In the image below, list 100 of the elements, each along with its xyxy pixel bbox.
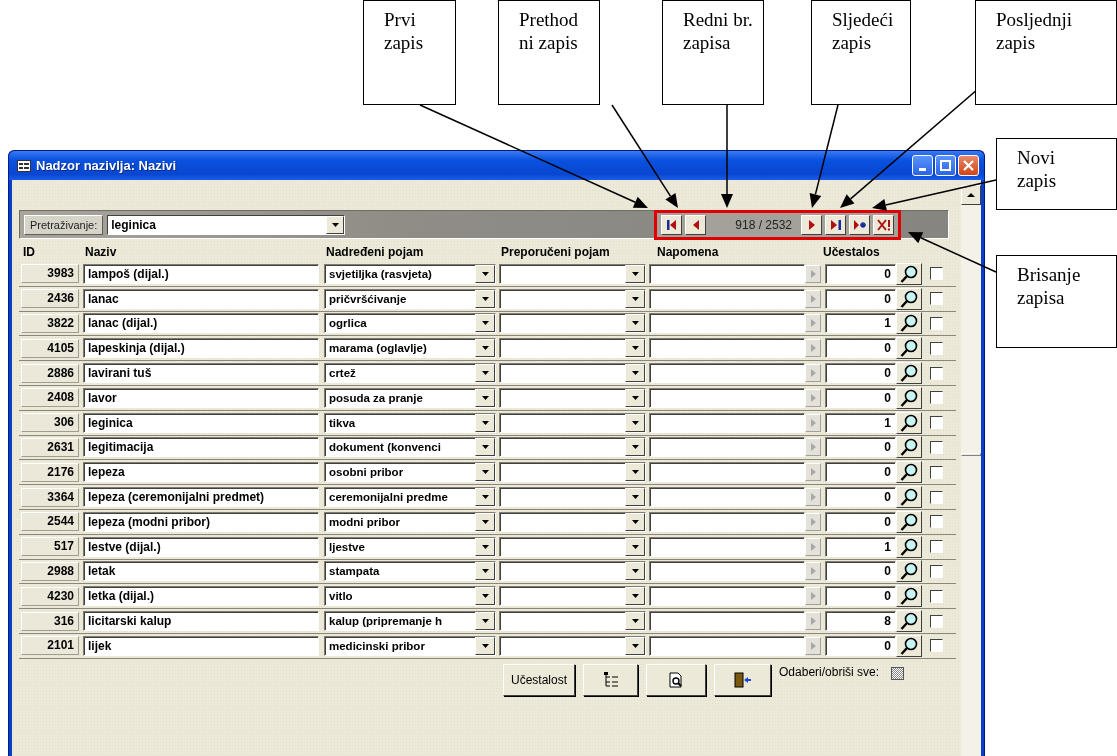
- row-checkbox[interactable]: [930, 341, 943, 355]
- frequency-field[interactable]: 1: [825, 536, 896, 557]
- frequency-field[interactable]: 0: [825, 635, 896, 656]
- frequency-field[interactable]: 1: [825, 313, 896, 334]
- search-button[interactable]: [896, 535, 922, 558]
- expand-button[interactable]: [805, 488, 821, 507]
- dropdown-button[interactable]: [625, 562, 645, 581]
- naziv-field[interactable]: lapeskinja (dijal.): [83, 338, 319, 359]
- search-button[interactable]: [896, 585, 922, 608]
- note-field[interactable]: [649, 611, 805, 632]
- dropdown-button[interactable]: [625, 289, 645, 308]
- dropdown-button[interactable]: [475, 289, 495, 308]
- note-field[interactable]: [649, 363, 805, 384]
- naziv-field[interactable]: lepeza (modni pribor): [83, 511, 319, 532]
- parent-term-combo[interactable]: medicinski pribor: [324, 635, 496, 656]
- expand-button[interactable]: [805, 537, 821, 556]
- frequency-field[interactable]: 0: [825, 487, 896, 508]
- expand-button[interactable]: [805, 364, 821, 383]
- frequency-field[interactable]: 8: [825, 611, 896, 632]
- dropdown-button[interactable]: [625, 364, 645, 383]
- print-preview-button[interactable]: [646, 663, 707, 696]
- preferred-term-combo[interactable]: [499, 611, 646, 632]
- parent-term-combo[interactable]: crtež: [324, 363, 496, 384]
- dropdown-button[interactable]: [625, 438, 645, 457]
- naziv-field[interactable]: legitimacija: [83, 437, 319, 458]
- row-checkbox[interactable]: [930, 540, 943, 554]
- note-field[interactable]: [649, 263, 805, 284]
- new-record-button[interactable]: [849, 214, 870, 235]
- row-checkbox[interactable]: [930, 267, 943, 281]
- search-button[interactable]: [896, 461, 922, 484]
- naziv-field[interactable]: lanac (dijal.): [83, 313, 319, 334]
- note-field[interactable]: [649, 387, 805, 408]
- preferred-term-combo[interactable]: [499, 387, 646, 408]
- frequency-field[interactable]: 0: [825, 437, 896, 458]
- search-button[interactable]: [896, 411, 922, 434]
- minimize-button[interactable]: [912, 155, 933, 176]
- expand-button[interactable]: [805, 339, 821, 358]
- dropdown-button[interactable]: [475, 612, 495, 631]
- parent-term-combo[interactable]: svjetiljka (rasvjeta): [324, 263, 496, 284]
- preferred-term-combo[interactable]: [499, 288, 646, 309]
- last-record-button[interactable]: [825, 214, 846, 235]
- frequency-field[interactable]: 0: [825, 586, 896, 607]
- frequency-field[interactable]: 0: [825, 338, 896, 359]
- parent-term-combo[interactable]: dokument (konvenci: [324, 437, 496, 458]
- expand-button[interactable]: [805, 314, 821, 333]
- expand-button[interactable]: [805, 562, 821, 581]
- search-button[interactable]: [896, 386, 922, 409]
- expand-button[interactable]: [805, 612, 821, 631]
- preferred-term-combo[interactable]: [499, 511, 646, 532]
- search-button[interactable]: [896, 312, 922, 335]
- frequency-field[interactable]: 0: [825, 561, 896, 582]
- parent-term-combo[interactable]: ljestve: [324, 536, 496, 557]
- note-field[interactable]: [649, 487, 805, 508]
- note-field[interactable]: [649, 288, 805, 309]
- parent-term-combo[interactable]: ogrlica: [324, 313, 496, 334]
- parent-term-combo[interactable]: posuda za pranje: [324, 387, 496, 408]
- delete-record-button[interactable]: [873, 214, 894, 235]
- preferred-term-combo[interactable]: [499, 437, 646, 458]
- frequency-field[interactable]: 0: [825, 288, 896, 309]
- expand-button[interactable]: [805, 289, 821, 308]
- dropdown-button[interactable]: [475, 264, 495, 283]
- naziv-field[interactable]: leginica: [83, 412, 319, 433]
- row-checkbox[interactable]: [930, 564, 943, 578]
- naziv-field[interactable]: letka (dijal.): [83, 586, 319, 607]
- row-checkbox[interactable]: [930, 490, 943, 504]
- dropdown-button[interactable]: [475, 488, 495, 507]
- dropdown-button[interactable]: [475, 388, 495, 407]
- frequency-field[interactable]: 0: [825, 511, 896, 532]
- frequency-button[interactable]: Učestalost: [503, 663, 576, 696]
- scrollbar[interactable]: [961, 185, 981, 756]
- frequency-field[interactable]: 0: [825, 363, 896, 384]
- note-field[interactable]: [649, 412, 805, 433]
- search-button[interactable]: [896, 634, 922, 657]
- row-checkbox[interactable]: [930, 589, 943, 603]
- note-field[interactable]: [649, 561, 805, 582]
- dropdown-button[interactable]: [625, 612, 645, 631]
- row-checkbox[interactable]: [930, 391, 943, 405]
- preferred-term-combo[interactable]: [499, 487, 646, 508]
- preferred-term-combo[interactable]: [499, 363, 646, 384]
- preferred-term-combo[interactable]: [499, 462, 646, 483]
- naziv-field[interactable]: lavor: [83, 387, 319, 408]
- naziv-field[interactable]: lepeza (ceremonijalni predmet): [83, 487, 319, 508]
- search-button[interactable]: [896, 436, 922, 459]
- naziv-field[interactable]: licitarski kalup: [83, 611, 319, 632]
- naziv-field[interactable]: lijek: [83, 635, 319, 656]
- parent-term-combo[interactable]: kalup (pripremanje h: [324, 611, 496, 632]
- row-checkbox[interactable]: [930, 639, 943, 653]
- search-combo[interactable]: leginica: [107, 214, 346, 235]
- first-record-button[interactable]: [661, 214, 683, 235]
- parent-term-combo[interactable]: osobni pribor: [324, 462, 496, 483]
- scroll-up-button[interactable]: [961, 185, 981, 205]
- dropdown-button[interactable]: [475, 562, 495, 581]
- preferred-term-combo[interactable]: [499, 586, 646, 607]
- dropdown-button[interactable]: [625, 512, 645, 531]
- preferred-term-combo[interactable]: [499, 536, 646, 557]
- row-checkbox[interactable]: [930, 515, 943, 529]
- dropdown-button[interactable]: [475, 438, 495, 457]
- expand-button[interactable]: [805, 438, 821, 457]
- note-field[interactable]: [649, 536, 805, 557]
- close-button[interactable]: [958, 155, 979, 176]
